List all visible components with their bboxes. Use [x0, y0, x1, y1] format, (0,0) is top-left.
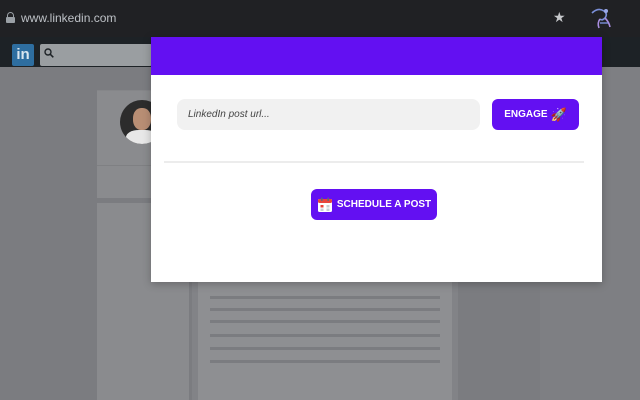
calendar-icon: [317, 197, 332, 212]
placeholder-line: [210, 308, 440, 311]
lock-icon: [6, 12, 15, 23]
post-url-input[interactable]: [177, 99, 480, 130]
placeholder-line: [210, 347, 440, 350]
address-bar-url[interactable]: www.linkedin.com: [21, 11, 116, 25]
linkedin-search-field[interactable]: [40, 44, 152, 66]
linkedin-logo[interactable]: in: [12, 44, 34, 66]
placeholder-line: [210, 296, 440, 299]
placeholder-line: [210, 334, 440, 337]
star-icon[interactable]: ★: [553, 9, 566, 26]
engage-button[interactable]: ENGAGE 🚀: [492, 99, 579, 130]
post-preview-document: [198, 282, 452, 400]
schedule-post-label: SCHEDULE A POST: [336, 199, 432, 210]
placeholder-line: [210, 360, 440, 363]
rocket-icon: 🚀: [550, 107, 567, 122]
engage-button-label: ENGAGE: [504, 109, 548, 120]
engage-modal: ENGAGE 🚀 SCHEDULE A POST: [151, 37, 602, 282]
placeholder-line: [210, 320, 440, 323]
browser-toolbar: www.linkedin.com ★: [0, 0, 640, 37]
modal-divider: [164, 161, 584, 163]
search-icon: [44, 48, 54, 58]
modal-header: [151, 37, 602, 75]
schedule-post-button[interactable]: SCHEDULE A POST: [311, 189, 437, 220]
extension-logo-icon[interactable]: [588, 5, 614, 31]
